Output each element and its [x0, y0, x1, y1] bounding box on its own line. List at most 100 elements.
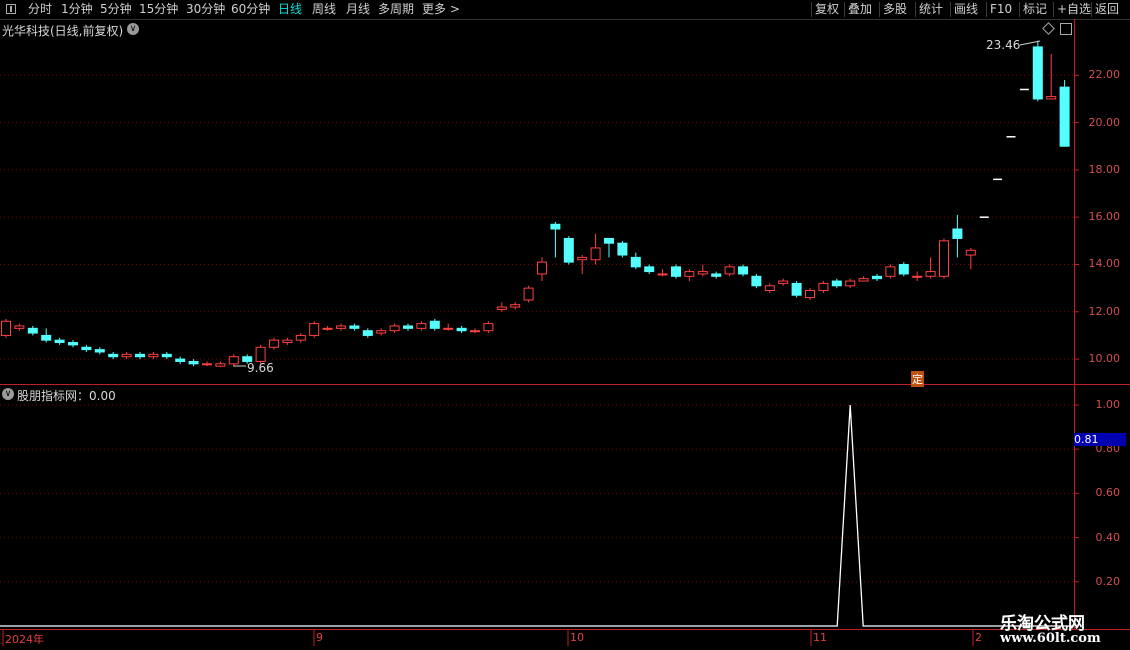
- candle-body: [322, 327, 333, 330]
- candle-body: [376, 330, 387, 334]
- indicator-line: [0, 404, 1074, 627]
- candle-body: [135, 353, 145, 358]
- price-axis-label: 18.00: [1088, 162, 1121, 176]
- candle-body: [523, 287, 534, 301]
- candle-body: [1059, 86, 1070, 147]
- candle-body: [202, 363, 212, 366]
- chart-canvas[interactable]: [0, 0, 1130, 650]
- candle-body: [550, 223, 561, 230]
- candle-body: [416, 323, 427, 329]
- candle-body: [751, 275, 762, 287]
- price-axis-label: 16.00: [1088, 210, 1121, 224]
- candle-body: [456, 327, 467, 332]
- candle-body: [362, 330, 373, 336]
- candle-body: [764, 285, 775, 291]
- price-axis-label: 10.00: [1088, 352, 1121, 366]
- indicator-axis-label: 1.00: [1095, 398, 1121, 411]
- price-axis-label: 22.00: [1088, 68, 1121, 82]
- sub-window-toggle-icon[interactable]: [1060, 23, 1072, 35]
- candle-body: [81, 346, 92, 351]
- candle-body: [54, 339, 65, 344]
- candle-body: [537, 261, 547, 275]
- candle-body: [630, 256, 641, 268]
- candle-body: [349, 325, 360, 329]
- candle-body: [1046, 96, 1057, 100]
- candle-body: [1032, 46, 1043, 100]
- candle-body: [577, 256, 588, 261]
- date-axis-label: 9: [316, 631, 323, 644]
- candle-body: [684, 271, 695, 277]
- candle-body: [269, 339, 279, 348]
- candle-body: [108, 353, 119, 358]
- candle-body: [738, 266, 748, 275]
- candle-body: [563, 237, 574, 263]
- candle-body: [657, 273, 668, 276]
- candle-body: [952, 228, 963, 239]
- date-axis-label: 2024年: [5, 633, 44, 646]
- candle-body: [831, 280, 842, 287]
- price-axis-label: 12.00: [1088, 304, 1121, 318]
- indicator-title: 股朋指标网：0.00: [17, 389, 116, 403]
- candle-body: [818, 282, 829, 291]
- candle-body: [14, 325, 25, 329]
- candle-body: [604, 237, 614, 244]
- candle-body: [148, 353, 159, 358]
- candle-body: [309, 323, 320, 336]
- candle-body: [711, 273, 722, 277]
- candle-body: [872, 275, 882, 280]
- candle-body: [791, 282, 802, 296]
- high-price-label: 23.46: [986, 38, 1021, 52]
- crosshair-value-label: 0.81: [1074, 433, 1126, 446]
- candle-body: [671, 266, 681, 277]
- date-axis-label: 2: [975, 631, 982, 644]
- candle-body: [617, 242, 628, 256]
- candle-body: [925, 271, 936, 277]
- candle-body: [590, 247, 601, 261]
- candle-body: [41, 334, 52, 341]
- candle-body: [295, 334, 306, 341]
- chart-title-dropdown-icon[interactable]: ∨: [127, 23, 139, 35]
- candle-body: [1, 320, 11, 336]
- candle-body: [778, 280, 789, 284]
- candle-body: [175, 358, 186, 362]
- candle-body: [496, 306, 507, 310]
- candle-body: [443, 327, 454, 330]
- candle-body: [939, 240, 949, 277]
- watermark-url: www.60lt.com: [1000, 631, 1101, 646]
- candle-body: [121, 353, 132, 358]
- candle-body: [255, 346, 266, 362]
- candle-body: [510, 304, 521, 308]
- indicator-axis-label: 0.60: [1095, 486, 1121, 500]
- candle-body: [912, 275, 923, 278]
- candle-body: [94, 349, 105, 353]
- indicator-title-dropdown-icon[interactable]: ∨: [2, 388, 14, 400]
- candle-body: [858, 278, 869, 282]
- candle-body: [389, 325, 400, 332]
- candle-body: [336, 325, 346, 329]
- price-axis-label: 14.00: [1088, 257, 1121, 271]
- candle-body: [885, 266, 896, 277]
- candle-body: [68, 342, 78, 346]
- candle-body: [429, 320, 440, 329]
- candle-body: [470, 330, 480, 333]
- candle-body: [724, 266, 735, 275]
- date-axis-label: 10: [570, 631, 584, 644]
- candle-body: [161, 353, 172, 358]
- candle-body: [282, 339, 293, 344]
- candle-body: [215, 363, 226, 367]
- candle-body: [483, 323, 494, 332]
- date-axis-label: 11: [813, 631, 827, 644]
- indicator-axis-label: 0.20: [1095, 574, 1121, 588]
- price-axis-label: 20.00: [1088, 115, 1121, 129]
- candle-body: [845, 280, 856, 287]
- event-marker-badge[interactable]: 定: [911, 371, 924, 387]
- candle-body: [965, 249, 976, 256]
- chart-title: 光华科技(日线,前复权): [2, 24, 124, 38]
- candle-body: [697, 271, 708, 275]
- candle-body: [898, 263, 909, 275]
- candle-body: [27, 327, 38, 334]
- low-price-label: 9.66: [247, 361, 274, 375]
- candle-body: [228, 356, 239, 365]
- candle-body: [188, 360, 199, 365]
- high-pointer-line: [1019, 40, 1041, 46]
